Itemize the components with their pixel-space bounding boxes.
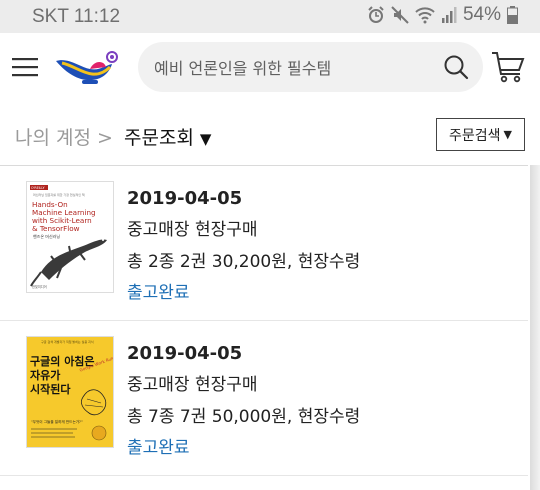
cover-publisher: 한빛미디어 bbox=[32, 284, 47, 289]
order-search-dropdown[interactable]: 주문검색 ▼ bbox=[436, 118, 525, 151]
search-box bbox=[138, 42, 483, 94]
breadcrumb: 나의 계정 > 주문조회 ▼ 주문검색 ▼ bbox=[0, 103, 540, 165]
app-header bbox=[0, 33, 540, 103]
breadcrumb-current-label: 주문조회 bbox=[124, 127, 194, 149]
order-store-type: 중고매장 현장구매 bbox=[127, 375, 258, 395]
clock: 11:12 bbox=[73, 6, 121, 27]
scrollbar[interactable] bbox=[530, 165, 540, 490]
status-icons: 54% bbox=[367, 4, 518, 26]
order-status-link[interactable]: 출고완료 bbox=[127, 278, 360, 308]
order-search-label: 주문검색 bbox=[449, 127, 501, 144]
book-cover-google-work-rules[interactable]: 구글 검색 개발자가 직접 밝히는 실용 지식 구글의 아침은 자유가 시작된다… bbox=[27, 337, 113, 447]
cover-quote: "무엇이 그들을 일하게 만드는가?" bbox=[31, 419, 83, 424]
order-date: 2019-04-05 bbox=[127, 343, 243, 364]
search-input[interactable] bbox=[152, 42, 436, 94]
cover-tiny-text: 머신러닝 입문자를 위한 가장 현실적인 책 bbox=[33, 192, 85, 197]
order-status-link[interactable]: 출고완료 bbox=[127, 433, 360, 463]
alarm-icon bbox=[368, 6, 384, 23]
carrier-label: SKT bbox=[32, 6, 69, 27]
order-details: 2019-04-05 중고매장 현장구매 총 2종 2권 30,200원, 현장… bbox=[127, 184, 360, 308]
battery-percent: 54% bbox=[462, 4, 501, 25]
status-bar: SKT 11:12 54% bbox=[0, 0, 540, 33]
cover-title-line-3: 시작된다 bbox=[30, 382, 71, 396]
cover-tiny-text: 구글 검색 개발자가 직접 밝히는 실용 지식 bbox=[41, 339, 94, 344]
status-carrier-time: SKT 11:12 bbox=[32, 6, 120, 28]
wifi-icon bbox=[415, 7, 435, 24]
order-date: 2019-04-05 bbox=[127, 188, 243, 209]
battery-icon bbox=[507, 6, 518, 24]
mute-icon bbox=[391, 6, 409, 24]
order-summary: 총 7종 7권 50,000원, 현장수령 bbox=[127, 407, 361, 427]
caret-down-icon: ▼ bbox=[503, 128, 512, 141]
order-store-type: 중고매장 현장구매 bbox=[127, 220, 258, 240]
search-icon[interactable] bbox=[443, 54, 469, 80]
order-summary: 총 2종 2권 30,200원, 현장수령 bbox=[127, 252, 361, 272]
hamburger-menu-icon[interactable] bbox=[12, 55, 38, 79]
cover-subtitle: 핸즈온 머신러닝 bbox=[33, 233, 60, 239]
cover-publisher-tag: O'REILLY bbox=[31, 186, 45, 190]
breadcrumb-order-inquiry[interactable]: 주문조회 ▼ bbox=[124, 123, 211, 150]
book-cover-hands-on-ml[interactable]: O'REILLY 머신러닝 입문자를 위한 가장 현실적인 책 Hands-On… bbox=[27, 182, 113, 292]
aladin-lamp-logo[interactable] bbox=[54, 47, 122, 87]
order-details: 2019-04-05 중고매장 현장구매 총 7종 7권 50,000원, 현장… bbox=[127, 339, 360, 463]
cart-icon[interactable] bbox=[490, 49, 526, 85]
cover-title-line-4: & TensorFlow bbox=[32, 224, 80, 233]
cover-title-line-2: 자유가 bbox=[30, 368, 60, 382]
caret-down-icon: ▼ bbox=[199, 130, 212, 148]
breadcrumb-my-account[interactable]: 나의 계정 > bbox=[15, 123, 113, 150]
signal-icon bbox=[441, 7, 457, 23]
order-row: 구글 검색 개발자가 직접 밝히는 실용 지식 구글의 아침은 자유가 시작된다… bbox=[0, 321, 528, 476]
order-list: O'REILLY 머신러닝 입문자를 위한 가장 현실적인 책 Hands-On… bbox=[0, 165, 528, 476]
order-row: O'REILLY 머신러닝 입문자를 위한 가장 현실적인 책 Hands-On… bbox=[0, 166, 528, 321]
